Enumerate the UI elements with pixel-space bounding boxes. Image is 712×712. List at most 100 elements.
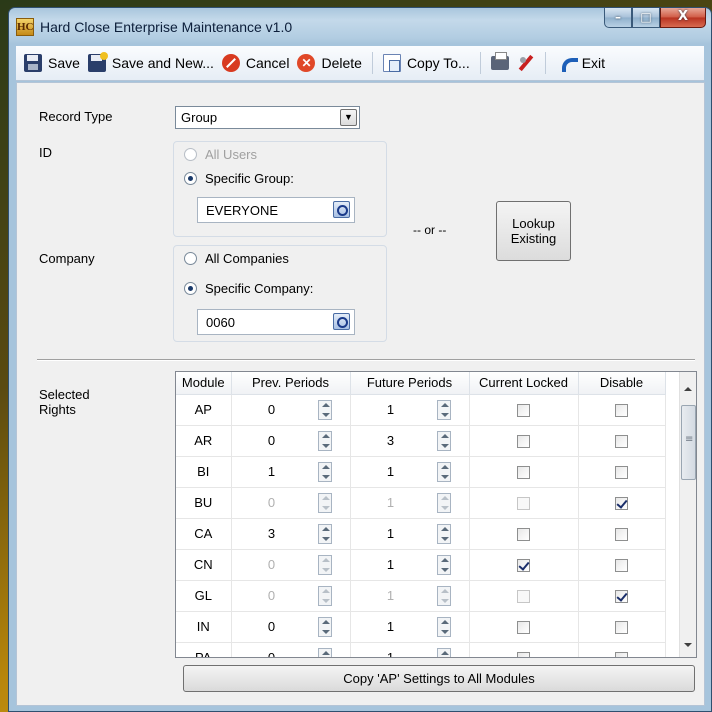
disable-checkbox[interactable]	[615, 652, 628, 657]
cancel-button[interactable]: Cancel	[218, 49, 294, 77]
spinner-arrows-icon[interactable]	[317, 616, 332, 637]
lookup-existing-button[interactable]: Lookup Existing	[496, 201, 571, 261]
save-and-new-button[interactable]: Save and New...	[84, 49, 218, 77]
spinner-arrows-icon[interactable]	[317, 461, 332, 482]
spinner-arrows-icon[interactable]	[436, 492, 451, 513]
search-lookup-icon[interactable]	[333, 201, 350, 218]
disable-checkbox[interactable]	[615, 404, 628, 418]
current-locked-checkbox[interactable]	[517, 559, 530, 573]
column-header-prev-periods[interactable]: Prev. Periods	[231, 372, 351, 395]
spinner-arrows-icon[interactable]	[317, 399, 332, 420]
company-input[interactable]: 0060	[197, 309, 355, 335]
future-periods-value[interactable]: 3	[351, 433, 431, 448]
future-periods-value[interactable]: 1	[351, 557, 431, 572]
prev-periods-value[interactable]: 0	[232, 619, 312, 634]
exit-button[interactable]: Exit	[552, 49, 609, 77]
prev-periods-value[interactable]: 0	[232, 402, 312, 417]
future-periods-value[interactable]: 1	[351, 495, 431, 510]
disable-checkbox[interactable]	[615, 497, 628, 511]
company-group: All Companies Specific Company: 0060	[173, 245, 387, 342]
table-row[interactable]: CN 0 1	[176, 549, 666, 581]
search-lookup-icon[interactable]	[333, 313, 350, 330]
current-locked-checkbox[interactable]	[517, 435, 530, 449]
column-header-future-periods[interactable]: Future Periods	[350, 372, 470, 395]
spinner-arrows-icon[interactable]	[317, 430, 332, 451]
prev-periods-value[interactable]: 0	[232, 433, 312, 448]
all-users-radio[interactable]: All Users	[184, 147, 257, 162]
spinner-arrows-icon[interactable]	[436, 523, 451, 544]
spinner-arrows-icon[interactable]	[436, 647, 451, 657]
table-row[interactable]: GL 0 1	[176, 580, 666, 612]
delete-button[interactable]: ✕ Delete	[293, 49, 365, 77]
future-periods-value[interactable]: 1	[351, 588, 431, 603]
table-row[interactable]: PA 0 1	[176, 642, 666, 658]
disable-checkbox[interactable]	[615, 559, 628, 573]
current-locked-checkbox[interactable]	[517, 652, 530, 657]
prev-periods-value[interactable]: 1	[232, 464, 312, 479]
vertical-scrollbar[interactable]	[679, 372, 696, 657]
minimize-button[interactable]: –	[604, 8, 632, 28]
future-periods-value[interactable]: 1	[351, 650, 431, 658]
specific-group-radio[interactable]: Specific Group:	[184, 171, 294, 186]
spinner-arrows-icon[interactable]	[436, 399, 451, 420]
maximize-button[interactable]: □	[632, 8, 660, 28]
specific-company-radio[interactable]: Specific Company:	[184, 281, 313, 296]
prev-periods-value[interactable]: 0	[232, 588, 312, 603]
future-periods-cell: 1	[350, 456, 470, 488]
disable-checkbox[interactable]	[615, 466, 628, 480]
disable-checkbox[interactable]	[615, 435, 628, 449]
spinner-arrows-icon[interactable]	[436, 461, 451, 482]
table-row[interactable]: BU 0 1	[176, 487, 666, 519]
future-periods-value[interactable]: 1	[351, 619, 431, 634]
close-button[interactable]: X	[660, 8, 706, 28]
spinner-arrows-icon[interactable]	[317, 492, 332, 513]
column-header-current-locked[interactable]: Current Locked	[469, 372, 579, 395]
copy-settings-button[interactable]: Copy 'AP' Settings to All Modules	[183, 665, 695, 692]
spinner-arrows-icon[interactable]	[436, 616, 451, 637]
future-periods-value[interactable]: 1	[351, 464, 431, 479]
column-header-disable[interactable]: Disable	[578, 372, 666, 395]
scroll-up-icon[interactable]	[684, 387, 692, 391]
table-row[interactable]: AR 0 3	[176, 425, 666, 457]
disable-checkbox[interactable]	[615, 590, 628, 604]
table-row[interactable]: AP 0 1	[176, 394, 666, 426]
title-bar[interactable]: HC Hard Close Enterprise Maintenance v1.…	[9, 8, 711, 46]
prev-periods-value[interactable]: 0	[232, 650, 312, 658]
prev-periods-value[interactable]: 0	[232, 495, 312, 510]
spinner-arrows-icon[interactable]	[317, 585, 332, 606]
spinner-arrows-icon[interactable]	[317, 554, 332, 575]
current-locked-checkbox[interactable]	[517, 466, 530, 480]
group-input[interactable]: EVERYONE	[197, 197, 355, 223]
spinner-arrows-icon[interactable]	[436, 585, 451, 606]
current-locked-checkbox[interactable]	[517, 528, 530, 542]
future-periods-value[interactable]: 1	[351, 526, 431, 541]
prev-periods-value[interactable]: 3	[232, 526, 312, 541]
print-icon[interactable]	[490, 52, 509, 70]
disable-checkbox[interactable]	[615, 621, 628, 635]
spinner-arrows-icon[interactable]	[317, 647, 332, 657]
save-button[interactable]: Save	[20, 49, 84, 77]
scroll-thumb[interactable]	[681, 405, 696, 480]
dropdown-arrow-icon[interactable]: ▼	[340, 109, 357, 126]
future-periods-cell: 1	[350, 487, 470, 519]
prev-periods-value[interactable]: 0	[232, 557, 312, 572]
spinner-arrows-icon[interactable]	[436, 554, 451, 575]
current-locked-checkbox[interactable]	[517, 590, 530, 604]
tools-icon[interactable]	[517, 54, 535, 72]
record-type-select[interactable]: Group ▼	[175, 106, 360, 129]
future-periods-value[interactable]: 1	[351, 402, 431, 417]
current-locked-checkbox[interactable]	[517, 404, 530, 418]
spinner-arrows-icon[interactable]	[317, 523, 332, 544]
spinner-arrows-icon[interactable]	[436, 430, 451, 451]
table-row[interactable]: CA 3 1	[176, 518, 666, 550]
table-row[interactable]: IN 0 1	[176, 611, 666, 643]
disable-checkbox[interactable]	[615, 528, 628, 542]
current-locked-checkbox[interactable]	[517, 621, 530, 635]
column-header-module[interactable]: Module	[176, 372, 232, 395]
scroll-down-icon[interactable]	[684, 643, 692, 647]
table-row[interactable]: BI 1 1	[176, 456, 666, 488]
all-companies-radio[interactable]: All Companies	[184, 251, 289, 266]
current-locked-checkbox[interactable]	[517, 497, 530, 511]
company-label: Company	[39, 251, 95, 266]
copy-to-button[interactable]: Copy To...	[379, 49, 474, 77]
